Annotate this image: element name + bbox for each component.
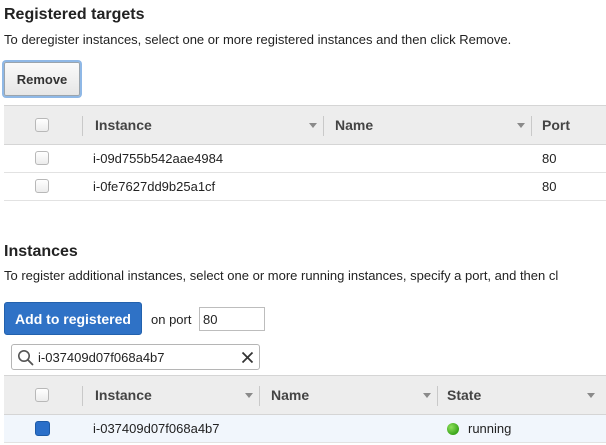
sort-triangle-down-icon[interactable] <box>587 393 595 398</box>
column-separator <box>82 386 83 406</box>
table-row[interactable]: i-037409d07f068a4b7 running <box>4 415 606 443</box>
column-header-instance[interactable]: Instance <box>95 387 152 403</box>
on-port-label: on port <box>151 312 192 327</box>
instance-search-box[interactable] <box>11 344 260 370</box>
registered-targets-description: To deregister instances, select one or m… <box>4 32 512 47</box>
instances-description: To register additional instances, select… <box>4 268 559 283</box>
table-row[interactable]: i-09d755b542aae4984 80 <box>4 145 606 173</box>
sort-triangle-down-icon[interactable] <box>423 393 431 398</box>
column-header-name[interactable]: Name <box>271 387 309 403</box>
select-all-instances-checkbox[interactable] <box>35 388 49 402</box>
row-checkbox[interactable] <box>35 179 49 193</box>
select-all-registered-checkbox[interactable] <box>35 118 49 132</box>
sort-triangle-down-icon[interactable] <box>517 123 525 128</box>
column-separator <box>259 386 260 406</box>
instance-id-cell: i-0fe7627dd9b25a1cf <box>93 179 216 194</box>
row-checkbox[interactable] <box>35 151 49 165</box>
column-separator <box>531 116 532 136</box>
instances-heading: Instances <box>4 243 78 260</box>
column-header-port[interactable]: Port <box>542 117 570 133</box>
column-header-instance[interactable]: Instance <box>95 117 152 133</box>
column-header-state[interactable]: State <box>447 387 481 403</box>
sort-triangle-down-icon[interactable] <box>309 123 317 128</box>
close-icon[interactable] <box>241 351 254 364</box>
remove-button[interactable]: Remove <box>4 62 80 96</box>
column-separator <box>82 116 83 136</box>
state-cell: running <box>468 421 512 436</box>
row-checkbox-checked[interactable] <box>35 421 50 436</box>
table-row[interactable]: i-0fe7627dd9b25a1cf 80 <box>4 173 606 201</box>
search-input[interactable] <box>38 348 234 366</box>
add-to-registered-button[interactable]: Add to registered <box>4 302 142 335</box>
registered-table-header: Instance Name Port <box>4 105 606 145</box>
column-separator <box>437 386 438 406</box>
port-cell: 80 <box>542 179 557 194</box>
port-cell: 80 <box>542 151 557 166</box>
column-separator <box>323 116 324 136</box>
port-input[interactable] <box>199 307 265 331</box>
column-header-name[interactable]: Name <box>335 117 373 133</box>
registered-targets-heading: Registered targets <box>4 6 145 23</box>
instances-table-header: Instance Name State <box>4 375 606 415</box>
search-icon <box>18 350 34 366</box>
instance-id-cell: i-037409d07f068a4b7 <box>93 421 220 436</box>
sort-triangle-down-icon[interactable] <box>245 393 253 398</box>
instance-id-cell: i-09d755b542aae4984 <box>93 151 224 166</box>
status-dot-icon <box>447 423 459 435</box>
